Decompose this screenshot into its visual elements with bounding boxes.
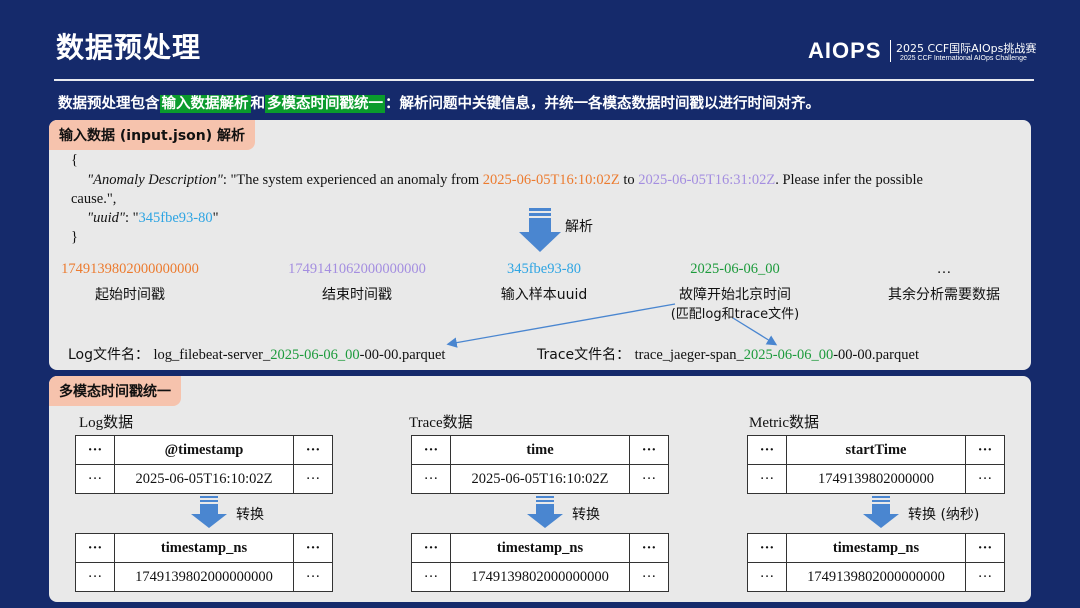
log-after-header: timestamp_ns (114, 533, 294, 563)
metric-before-value: 1749139802000000 (786, 464, 966, 494)
table-cell: ··· (75, 533, 115, 563)
convert-arrow-icon (191, 496, 227, 528)
table-cell: ··· (75, 562, 115, 592)
metric-convert-label: 转换 (纳秒) (908, 507, 980, 523)
convert-arrow-icon (863, 496, 899, 528)
log-filename-prefix: log_filebeat-server_ (153, 347, 271, 363)
trace-before-table: ··· time ··· ··· 2025-06-05T16:10:02Z ··… (411, 435, 669, 494)
table-cell: ··· (747, 435, 787, 465)
trace-filename-date: 2025-06-06_00 (743, 347, 834, 363)
timestamp-tag: 多模态时间戳统一 (49, 376, 181, 406)
log-filename: Log文件名： log_filebeat-server_2025-06-06_0… (68, 344, 445, 364)
link-arrow-log-icon (446, 303, 676, 348)
table-cell: ··· (965, 435, 1005, 465)
logo-mark: AIOPS (808, 38, 882, 63)
table-cell: ··· (629, 435, 669, 465)
log-filename-suffix: -00-00.parquet (359, 347, 446, 363)
table-cell: ··· (411, 464, 451, 494)
table-cell: ··· (75, 435, 115, 465)
log-filename-label: Log文件名： (68, 347, 150, 363)
table-cell: ··· (629, 533, 669, 563)
table-cell: ··· (293, 435, 333, 465)
table-cell: ··· (747, 464, 787, 494)
log-after-table: ··· timestamp_ns ··· ··· 174913980200000… (75, 533, 333, 592)
table-cell: ··· (293, 533, 333, 563)
table-cell: ··· (629, 464, 669, 494)
table-cell: ··· (965, 533, 1005, 563)
slide: 数据预处理 AIOPS 2025 CCF国际AIOps挑战赛 2025 CCF … (0, 0, 1080, 608)
table-cell: ··· (293, 562, 333, 592)
log-filename-date: 2025-06-06_00 (270, 347, 360, 363)
title-divider (54, 79, 1034, 81)
table-cell: ··· (629, 562, 669, 592)
metric-after-table: ··· timestamp_ns ··· ··· 174913980200000… (747, 533, 1005, 592)
input-parse-panel: 输入数据 (input.json) 解析 { "Anomaly Descript… (49, 120, 1031, 370)
intro-highlight-parse: 输入数据解析 (159, 95, 251, 113)
trace-filename-label: Trace文件名： (537, 347, 631, 363)
logo-cn-text: 2025 CCF国际AIOps挑战赛 (896, 42, 1037, 55)
trace-before-value: 2025-06-05T16:10:02Z (450, 464, 630, 494)
intro-and: 和 (250, 96, 266, 112)
trace-filename: Trace文件名： trace_jaeger-span_2025-06-06_0… (537, 344, 919, 364)
log-convert-label: 转换 (236, 507, 264, 523)
metric-before-header: startTime (786, 435, 966, 465)
table-cell: ··· (411, 562, 451, 592)
log-before-value: 2025-06-05T16:10:02Z (114, 464, 294, 494)
metric-after-value: 1749139802000000000 (786, 562, 966, 592)
table-cell: ··· (75, 464, 115, 494)
table-cell: ··· (293, 464, 333, 494)
trace-filename-suffix: -00-00.parquet (833, 347, 919, 363)
log-data-title: Log数据 (79, 415, 134, 431)
log-after-value: 1749139802000000000 (114, 562, 294, 592)
table-cell: ··· (965, 464, 1005, 494)
convert-arrow-icon (527, 496, 563, 528)
trace-after-value: 1749139802000000000 (450, 562, 630, 592)
trace-after-table: ··· timestamp_ns ··· ··· 174913980200000… (411, 533, 669, 592)
page-title: 数据预处理 (56, 31, 202, 64)
timestamp-panel: 多模态时间戳统一 Log数据 ··· @timestamp ··· ··· 20… (49, 376, 1031, 602)
logo-en-text: 2025 CCF International AIOps Challenge (900, 55, 1027, 62)
table-cell: ··· (747, 533, 787, 563)
trace-after-header: timestamp_ns (450, 533, 630, 563)
intro-highlight-timestamp: 多模态时间戳统一 (265, 95, 385, 113)
link-arrow-trace-icon (732, 317, 778, 346)
link-arrows (446, 303, 778, 348)
logo-divider (890, 40, 891, 62)
trace-filename-prefix: trace_jaeger-span_ (634, 347, 744, 363)
intro-text: 数据预处理包含 输入数据解析和多模态时间戳统一 ：解析问题中关键信息，并统一各模态数… (58, 92, 820, 113)
metric-after-header: timestamp_ns (786, 533, 966, 563)
log-before-header: @timestamp (114, 435, 294, 465)
table-cell: ··· (411, 533, 451, 563)
metric-before-table: ··· startTime ··· ··· 1749139802000000 ·… (747, 435, 1005, 494)
trace-convert-label: 转换 (572, 507, 600, 523)
table-cell: ··· (747, 562, 787, 592)
trace-data-title: Trace数据 (409, 415, 473, 431)
log-before-table: ··· @timestamp ··· ··· 2025-06-05T16:10:… (75, 435, 333, 494)
table-cell: ··· (411, 435, 451, 465)
table-cell: ··· (965, 562, 1005, 592)
metric-data-title: Metric数据 (749, 415, 819, 431)
intro-suffix: ：解析问题中关键信息，并统一各模态数据时间戳以进行时间对齐。 (385, 96, 820, 112)
trace-before-header: time (450, 435, 630, 465)
intro-prefix: 数据预处理包含 (58, 96, 160, 112)
